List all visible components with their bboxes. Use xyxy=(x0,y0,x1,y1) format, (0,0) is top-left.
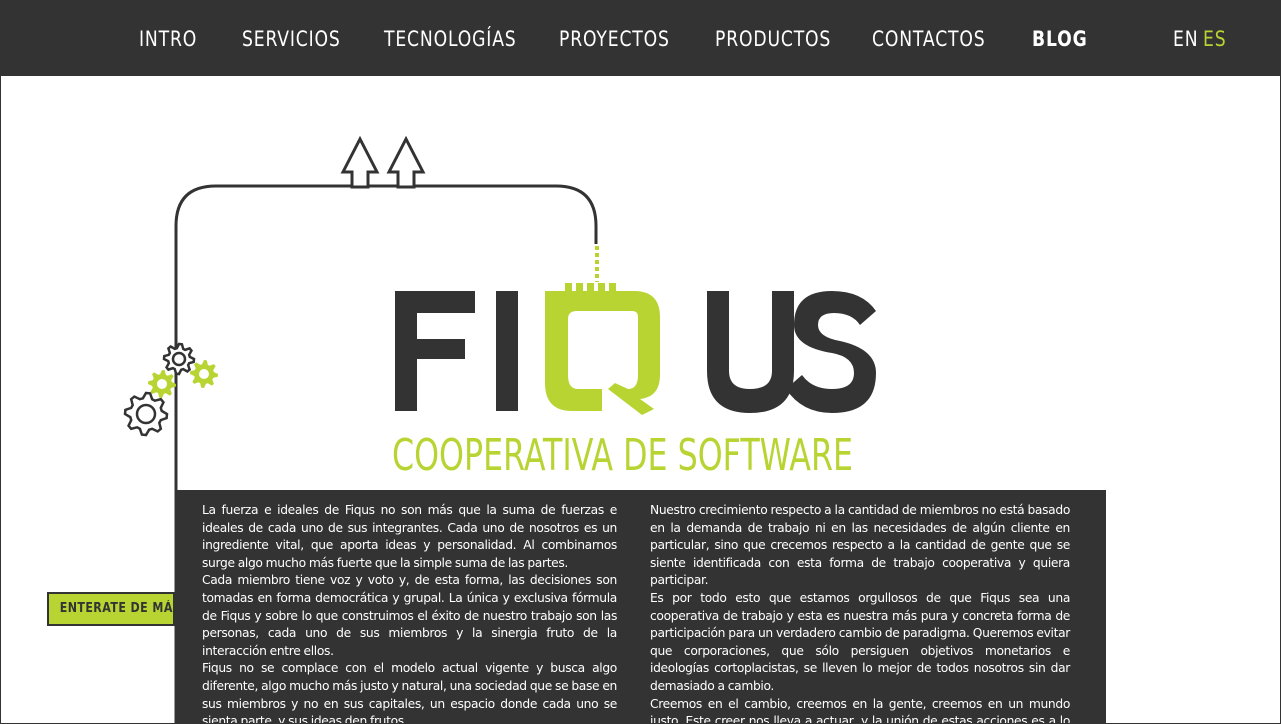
nav-item-servicios[interactable]: SERVICIOS xyxy=(242,25,341,53)
nav-item-intro[interactable]: INTRO xyxy=(139,25,197,53)
nav-item-proyectos[interactable]: PROYECTOS xyxy=(559,25,670,53)
gear-hole xyxy=(171,351,187,367)
about-paragraph: Es por todo esto que estamos orgullosos … xyxy=(650,590,1070,693)
nav-item-contactos[interactable]: CONTACTOS xyxy=(872,25,986,53)
about-column-right: Nuestro crecimiento respecto a la cantid… xyxy=(650,502,1070,724)
q-circuit-icon xyxy=(545,283,660,415)
gear-hole xyxy=(199,369,209,379)
about-paragraph: Cada miembro tiene voz y voto y, de esta… xyxy=(202,573,617,658)
about-paragraph: Nuestro crecimiento respecto a la cantid… xyxy=(650,503,1070,588)
fiqus-logo xyxy=(395,283,876,415)
nav-item-blog[interactable]: BLOG xyxy=(1032,25,1088,53)
top-navigation: INTRO SERVICIOS TECNOLOGÍAS PROYECTOS PR… xyxy=(0,0,1281,76)
lang-en-link[interactable]: EN xyxy=(1173,25,1198,53)
nav-item-productos[interactable]: PRODUCTOS xyxy=(715,25,831,53)
lang-es-link[interactable]: ES xyxy=(1203,25,1226,53)
nav-item-tecnologias[interactable]: TECNOLOGÍAS xyxy=(384,25,517,53)
gear-hole xyxy=(157,379,167,389)
gear-icon xyxy=(123,342,218,437)
arrow-up-icon xyxy=(340,135,426,189)
about-paragraph: La fuerza e ideales de Fiqus no son más … xyxy=(202,503,617,570)
tagline: COOPERATIVA DE SOFTWARE xyxy=(392,430,853,481)
learn-more-label: ENTERATE DE MÁS xyxy=(59,601,182,616)
gear-hole xyxy=(135,403,157,425)
learn-more-button[interactable]: ENTERATE DE MÁS xyxy=(47,592,181,626)
about-paragraph: Creemos en el cambio, creemos en la gent… xyxy=(650,696,1070,724)
about-paragraph: Fiqus no se complace con el modelo actua… xyxy=(202,661,617,724)
about-panel: La fuerza e ideales de Fiqus no son más … xyxy=(176,490,1106,724)
about-column-left: La fuerza e ideales de Fiqus no son más … xyxy=(202,502,617,724)
